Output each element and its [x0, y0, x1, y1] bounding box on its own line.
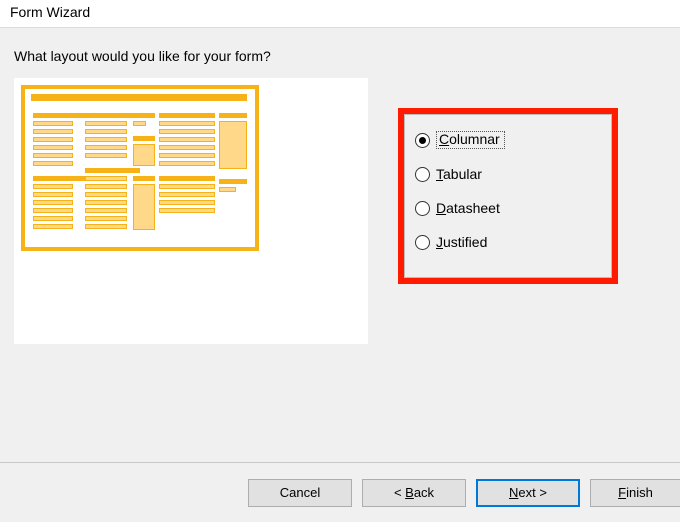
- radio-icon: [415, 201, 430, 216]
- option-datasheet[interactable]: Datasheet: [415, 195, 601, 221]
- next-button[interactable]: Next >: [476, 479, 580, 507]
- cancel-button[interactable]: Cancel: [248, 479, 352, 507]
- body-row: Columnar Tabular Datasheet Justified: [14, 78, 666, 344]
- option-label: Columnar: [436, 131, 505, 149]
- radio-icon: [415, 167, 430, 182]
- radio-icon: [415, 133, 430, 148]
- option-label: Datasheet: [436, 201, 500, 216]
- wizard-footer: Cancel < Back Next > Finish: [0, 462, 680, 522]
- layout-preview: [14, 78, 368, 344]
- prompt-text: What layout would you like for your form…: [14, 48, 666, 64]
- option-columnar[interactable]: Columnar: [415, 127, 601, 153]
- radio-icon: [415, 235, 430, 250]
- options-highlight: Columnar Tabular Datasheet Justified: [398, 108, 618, 284]
- option-tabular[interactable]: Tabular: [415, 161, 601, 187]
- option-label: Justified: [436, 235, 487, 250]
- back-button[interactable]: < Back: [362, 479, 466, 507]
- option-justified[interactable]: Justified: [415, 229, 601, 255]
- finish-button[interactable]: Finish: [590, 479, 680, 507]
- option-label: Tabular: [436, 167, 482, 182]
- wizard-body: What layout would you like for your form…: [0, 28, 680, 462]
- preview-graphic: [21, 85, 259, 251]
- window-title: Form Wizard: [10, 4, 90, 20]
- title-bar: Form Wizard: [0, 0, 680, 28]
- layout-options: Columnar Tabular Datasheet Justified: [404, 114, 612, 278]
